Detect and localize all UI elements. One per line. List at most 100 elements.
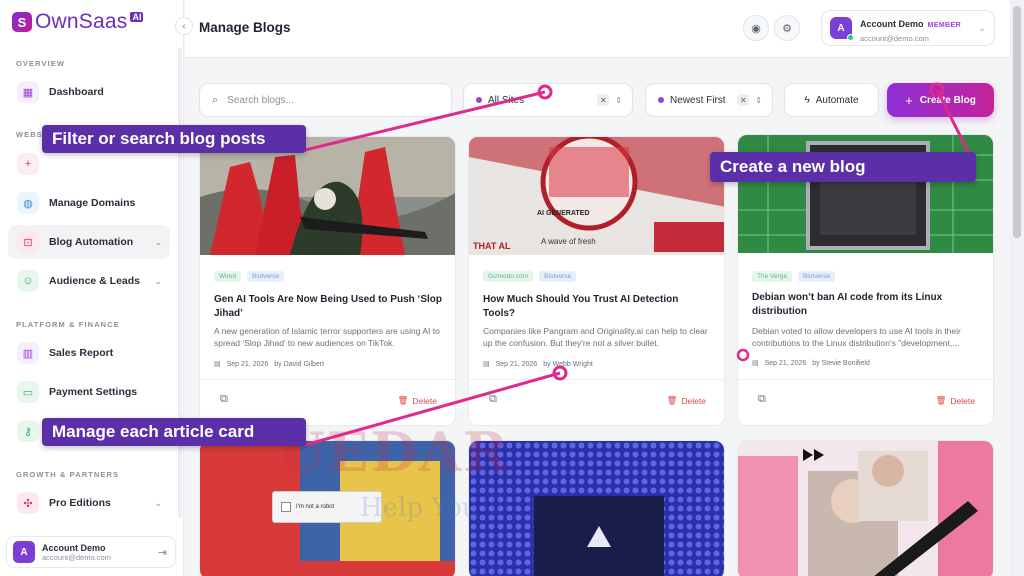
delete-label: Delete (950, 395, 975, 406)
calendar-icon: ▤ (483, 361, 490, 368)
sidebar-item-label: Pro Editions (49, 497, 111, 509)
user-name: Account Demo (42, 542, 106, 553)
account-menu[interactable]: A Account Demo MEMBER account@demo.com ⌄ (821, 10, 995, 46)
annotation-callout-filter: Filter or search blog posts (42, 125, 306, 154)
section-label-growth: GROWTH & PARTNERS (16, 470, 120, 479)
users-icon: ☺ (17, 270, 39, 292)
external-link-icon[interactable]: ⧉ (489, 393, 497, 406)
sort-select[interactable]: Newest First ✕ ⇕ (645, 83, 773, 117)
watermark-text: UEDAR (278, 420, 510, 484)
sidebar-scrollbar[interactable] (178, 48, 182, 518)
page-title: Manage Blogs (199, 20, 291, 35)
card-meta: ▤ Sep 21, 2026 by Stevie Bonifield (752, 359, 870, 368)
sidebar-item-payment-settings[interactable]: ▭ Payment Settings (8, 375, 170, 409)
card-icon: ▭ (17, 381, 39, 403)
trash-icon: 🗑 (666, 395, 678, 405)
thumb-text: THAT AL (473, 241, 511, 251)
sidebar-user-card[interactable]: A Account Demo account@demo.com ⇥ (6, 536, 176, 568)
blog-card[interactable]: Wired Biotverse Gen AI Tools Are Now Bei… (199, 136, 456, 426)
card-author: by David Gilbert (274, 360, 325, 368)
chevron-left-icon: ‹ (182, 20, 186, 32)
sidebar-item-label: Audience & Leads (49, 275, 141, 287)
card-title[interactable]: How Much Should You Trust AI Detection T… (483, 293, 713, 321)
card-author: by Stevie Bonifield (812, 359, 870, 367)
automate-button[interactable]: ϟ Automate (784, 83, 879, 117)
create-blog-label: Create Blog (919, 94, 976, 106)
section-label-websites: WEBS (16, 130, 43, 139)
sidebar: S OwnSaas AI OVERVIEW ▦ Dashboard WEBS +… (0, 0, 184, 576)
sidebar-item-sales-report[interactable]: ▥ Sales Report (8, 336, 170, 370)
sort-dot-icon (658, 97, 664, 103)
card-title[interactable]: Gen AI Tools Are Now Being Used to Push … (214, 293, 444, 321)
plus-icon: + (905, 92, 913, 108)
external-link-icon[interactable]: ⧉ (758, 393, 766, 406)
category-tag: Biotverse (798, 271, 836, 282)
search-input[interactable]: ⌕ Search blogs... (199, 83, 452, 117)
search-placeholder: Search blogs... (227, 94, 294, 106)
thumb-text: AI GENERATED (537, 210, 590, 217)
card-date: Sep 21, 2026 (226, 360, 269, 368)
section-label-platform: PLATFORM & FINANCE (16, 320, 120, 329)
page-scrollbar[interactable] (1010, 0, 1024, 576)
settings-button[interactable]: ⚙ (774, 15, 800, 41)
card-title[interactable]: Debian won’t ban AI code from its Linux … (752, 291, 982, 319)
divider (738, 379, 993, 380)
gear-icon: ⚙ (782, 22, 792, 35)
clear-sort-icon[interactable]: ✕ (737, 94, 750, 106)
card-description: Debian voted to allow developers to use … (752, 326, 961, 349)
watermark-subtext: Help You (360, 493, 479, 523)
checkbox-icon (281, 502, 291, 512)
logo-mark-icon: S (12, 12, 32, 32)
delete-label: Delete (681, 395, 706, 406)
clear-filter-icon[interactable]: ✕ (597, 94, 610, 106)
calendar-icon: ▤ (214, 361, 221, 368)
sidebar-item-pro-editions[interactable]: ✣ Pro Editions ⌄ (8, 486, 170, 520)
sidebar-item-label: Payment Settings (49, 386, 138, 398)
divider (469, 379, 724, 380)
delete-button[interactable]: 🗑 Delete (936, 395, 975, 406)
sidebar-item-dashboard[interactable]: ▦ Dashboard (8, 75, 170, 109)
user-email: account@demo.com (42, 552, 111, 562)
account-name: Account Demo (860, 18, 924, 29)
star-icon: ✣ (17, 492, 39, 514)
thumb-text: A wave of fresh (541, 237, 596, 246)
annotation-callout-create: Create a new blog (710, 152, 976, 183)
key-icon: ⚷ (17, 420, 39, 442)
site-filter-value: All Sites (488, 94, 525, 106)
logout-icon[interactable]: ⇥ (158, 546, 167, 559)
card-date: Sep 21, 2026 (764, 359, 807, 367)
captcha-text: I'm not a robot (296, 504, 335, 510)
divider (200, 379, 455, 380)
blog-card[interactable]: AI GENERATED A wave of fresh THAT AL Giz… (468, 136, 725, 426)
create-blog-button[interactable]: + Create Blog (887, 83, 994, 117)
chevron-down-icon: ⌄ (154, 497, 162, 508)
delete-button[interactable]: 🗑 Delete (398, 395, 437, 406)
chevron-down-icon: ⌄ (978, 23, 986, 33)
site-filter-select[interactable]: All Sites ✕ ⇕ (463, 83, 633, 117)
sidebar-item-audience-leads[interactable]: ☺ Audience & Leads ⌄ (8, 264, 170, 298)
blog-card[interactable] (737, 440, 994, 576)
avatar: A (830, 17, 854, 41)
member-badge: MEMBER (927, 21, 962, 29)
sort-value: Newest First (670, 94, 726, 106)
external-link-icon[interactable]: ⧉ (220, 393, 228, 406)
sidebar-item-label: Blog Automation (49, 236, 134, 248)
lightning-icon: ϟ (804, 94, 810, 106)
globe-icon: ◍ (17, 192, 39, 214)
sidebar-item-blog-automation[interactable]: ⊡ Blog Automation ⌄ (8, 225, 170, 259)
trash-icon: 🗑 (935, 395, 947, 405)
card-date: Sep 21, 2026 (495, 360, 538, 368)
chevron-down-icon: ⌄ (154, 236, 162, 247)
card-description: A new generation of Islamic terror suppo… (214, 326, 440, 349)
sidebar-item-manage-domains[interactable]: ◍ Manage Domains (8, 186, 170, 220)
scrollbar-thumb[interactable] (1013, 6, 1021, 238)
annotation-callout-manage: Manage each article card (42, 418, 306, 447)
record-button[interactable]: ◉ (743, 15, 769, 41)
brand-logo[interactable]: S OwnSaas AI (12, 10, 144, 34)
avatar: A (13, 541, 35, 563)
delete-button[interactable]: 🗑 Delete (667, 395, 706, 406)
source-tag: Wired (214, 271, 241, 282)
account-email: account@demo.com (860, 33, 929, 43)
sidebar-collapse-button[interactable]: ‹ (175, 17, 193, 35)
search-icon: ⌕ (212, 93, 219, 106)
